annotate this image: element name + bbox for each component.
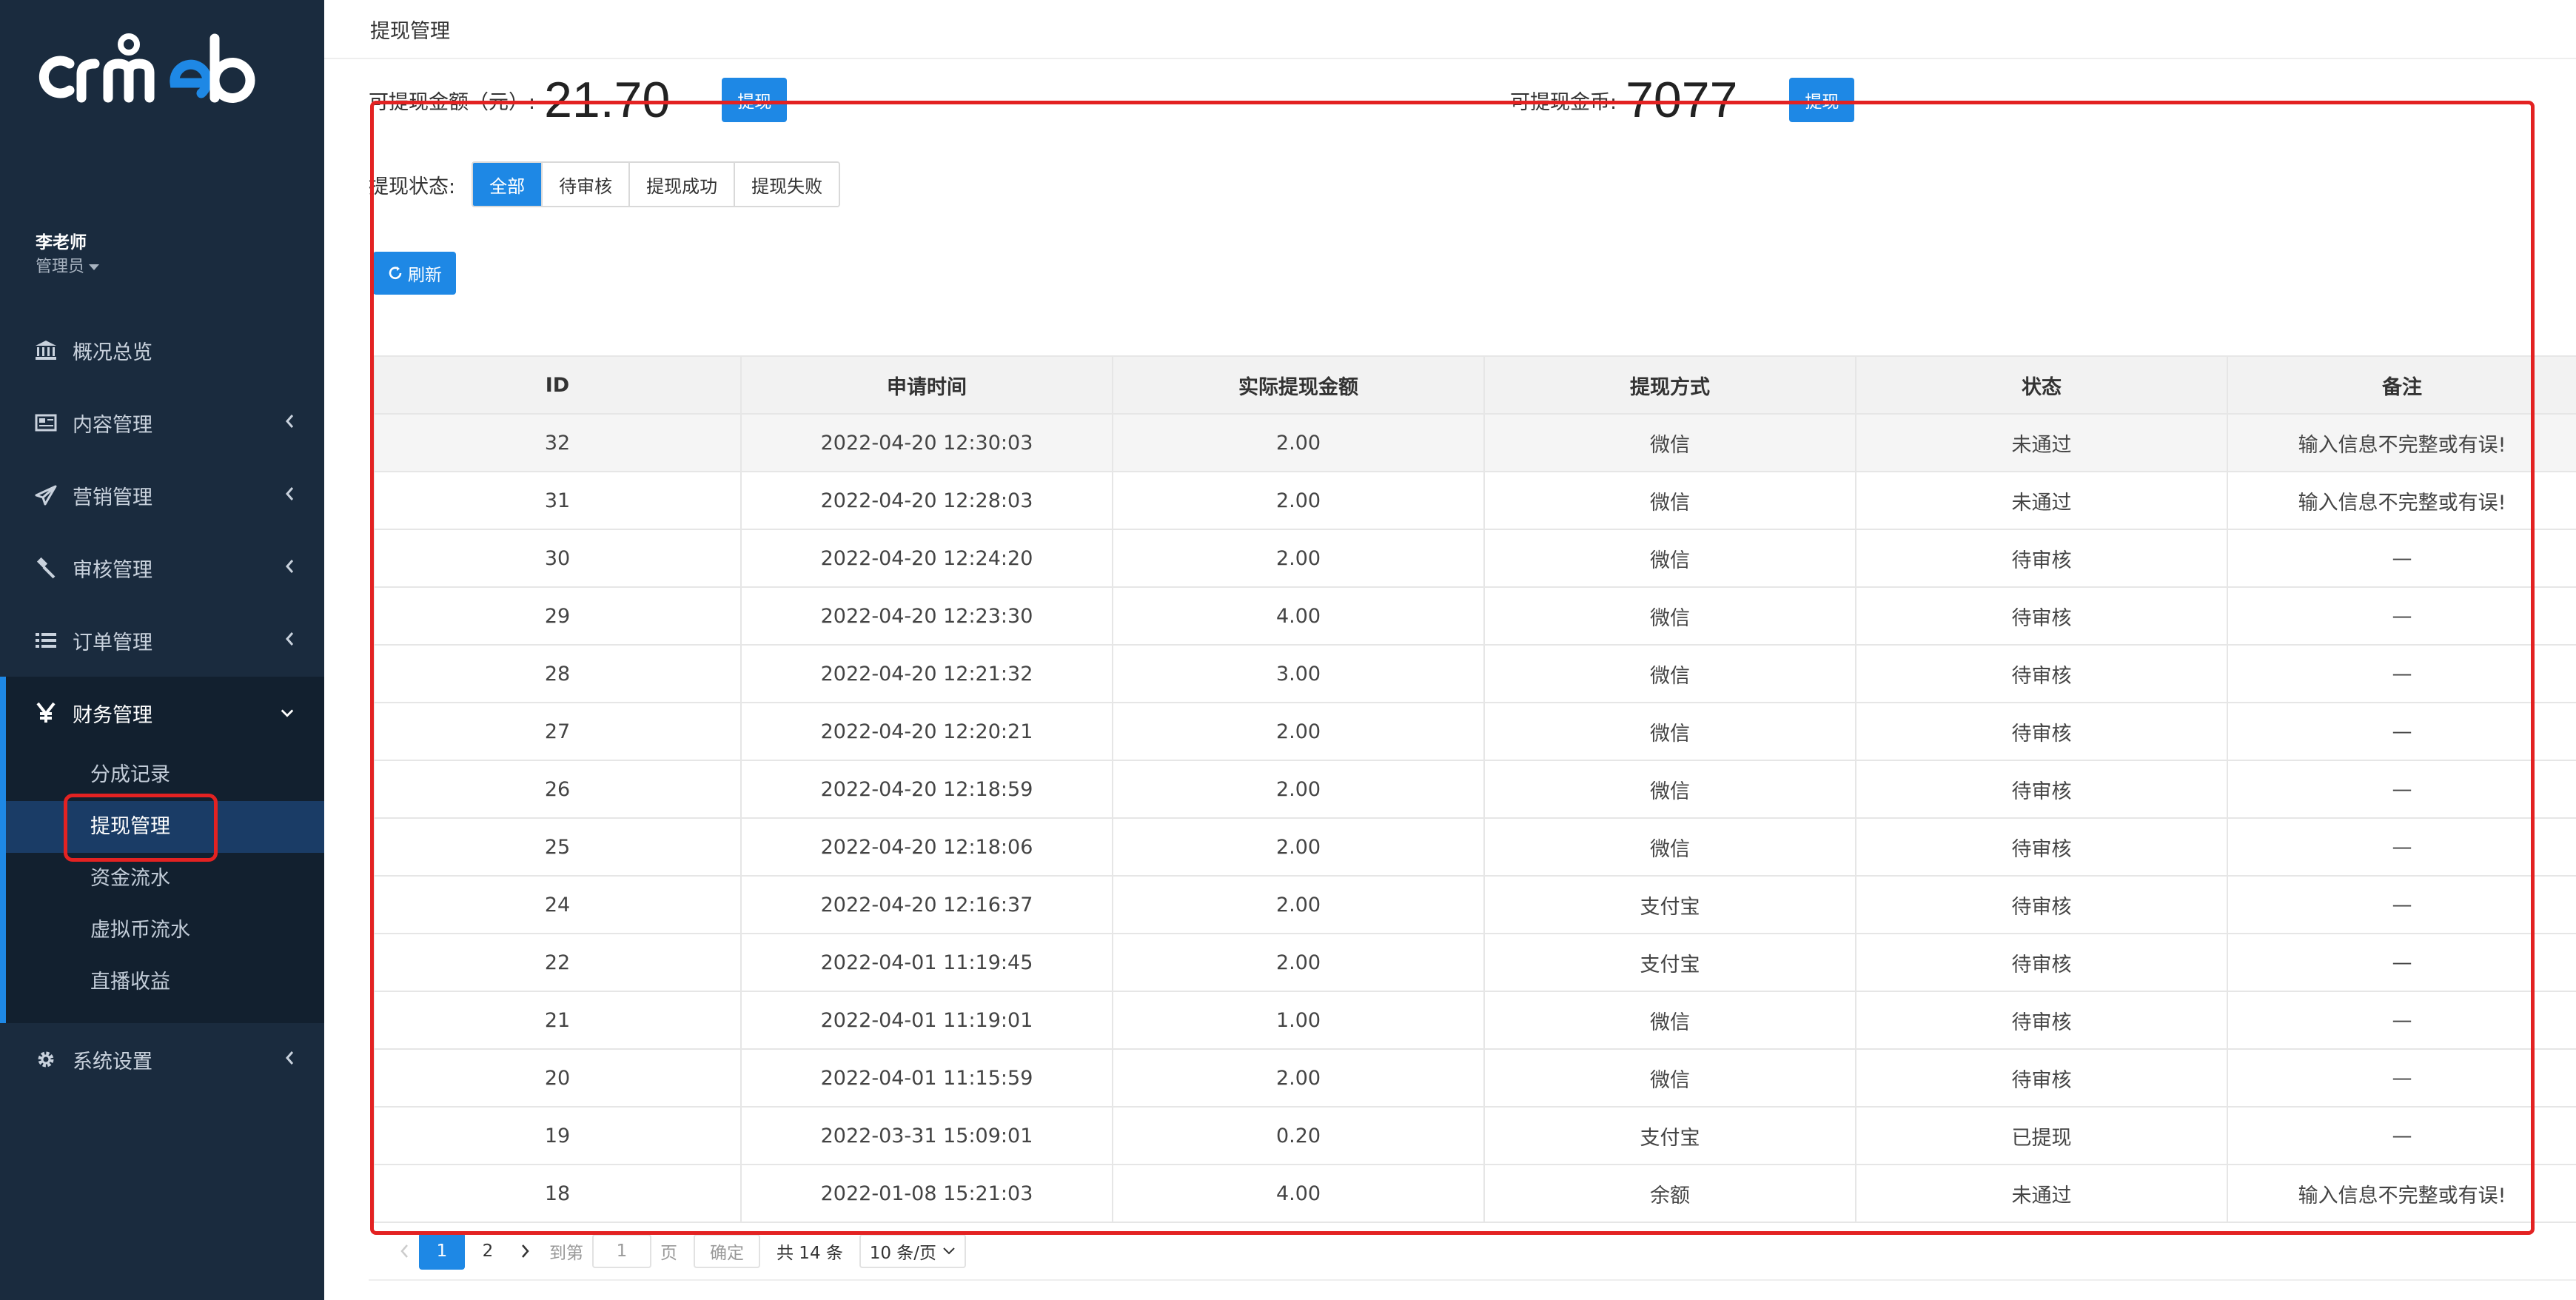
next-page-button[interactable] xyxy=(511,1233,540,1270)
pager-divider xyxy=(369,1279,2576,1281)
gear-icon xyxy=(34,1048,58,1071)
page-1-button[interactable]: 1 xyxy=(419,1233,465,1270)
chevron-left-icon xyxy=(286,487,294,500)
goto-label: 到第 xyxy=(549,1244,583,1263)
nav-system-settings[interactable]: 系统设置 xyxy=(0,1023,324,1096)
page-jump-input[interactable]: 1 xyxy=(592,1234,651,1268)
page-title: 提现管理 xyxy=(370,20,450,43)
nav-orders[interactable]: 订单管理 xyxy=(0,604,324,677)
crmeb-logo[interactable]: crmeb xyxy=(36,16,290,108)
page-2-button[interactable]: 2 xyxy=(465,1233,511,1270)
caret-down-icon xyxy=(89,264,100,270)
chevron-left-icon xyxy=(286,1051,294,1065)
yen-icon xyxy=(34,701,58,725)
gavel-icon xyxy=(34,556,58,580)
nav-label: 订单管理 xyxy=(73,631,152,654)
page-header: 提现管理 xyxy=(324,0,2576,59)
nav-label: 财务管理 xyxy=(73,703,152,727)
logo-text: crmeb xyxy=(36,16,38,17)
nav-label: 内容管理 xyxy=(73,413,152,437)
list-icon xyxy=(34,629,58,652)
sub-label: 虚拟币流水 xyxy=(90,919,190,942)
page-size-value: 10 条/页 xyxy=(869,1244,937,1263)
page-jump-confirm-button[interactable]: 确定 xyxy=(694,1234,760,1268)
user-role-dropdown[interactable]: 管理员 xyxy=(36,255,100,280)
total-count: 共 14 条 xyxy=(777,1244,843,1263)
nav-overview[interactable]: 概况总览 xyxy=(0,314,324,386)
sub-live-income[interactable]: 直播收益 xyxy=(0,956,324,1008)
chevron-left-icon xyxy=(400,1244,408,1258)
sidebar: crmeb 李老师 管理员 概况总览 内容管理 营销管理 审核管理 订单管理 财… xyxy=(0,0,324,1300)
chevron-left-icon xyxy=(286,632,294,646)
sub-label: 直播收益 xyxy=(90,971,170,994)
highlight-box-content xyxy=(370,101,2535,1235)
bank-icon xyxy=(34,338,58,362)
nav-label: 营销管理 xyxy=(73,486,152,509)
page-unit-label: 页 xyxy=(660,1244,677,1263)
nav-finance[interactable]: 财务管理 xyxy=(0,677,324,749)
user-name: 李老师 xyxy=(36,233,87,252)
sub-label: 资金流水 xyxy=(90,867,170,890)
sub-virtual-coin-flow[interactable]: 虚拟币流水 xyxy=(0,905,324,956)
chevron-left-icon xyxy=(286,415,294,428)
nav-content[interactable]: 内容管理 xyxy=(0,386,324,459)
nav-audit[interactable]: 审核管理 xyxy=(0,532,324,604)
prev-page-button[interactable] xyxy=(389,1233,419,1270)
paper-plane-icon xyxy=(34,483,58,507)
nav-label: 系统设置 xyxy=(73,1050,152,1073)
user-role: 管理员 xyxy=(36,258,85,276)
page-size-select[interactable]: 10 条/页 xyxy=(859,1234,966,1268)
nav-marketing[interactable]: 营销管理 xyxy=(0,459,324,532)
user-info[interactable]: 李老师 管理员 xyxy=(36,231,100,280)
nav-label: 审核管理 xyxy=(73,558,152,582)
highlight-box-menu-item xyxy=(64,794,218,862)
sub-label: 分成记录 xyxy=(90,763,170,786)
pagination: 1 2 到第 1 页 确定 共 14 条 10 条/页 xyxy=(389,1233,966,1270)
chevron-right-icon xyxy=(522,1244,529,1258)
newspaper-icon xyxy=(34,411,58,435)
chevron-left-icon xyxy=(286,560,294,573)
chevron-down-icon xyxy=(281,709,294,717)
active-item-accent xyxy=(0,801,6,853)
nav-label: 概况总览 xyxy=(73,341,152,364)
chevron-down-icon xyxy=(943,1247,955,1255)
